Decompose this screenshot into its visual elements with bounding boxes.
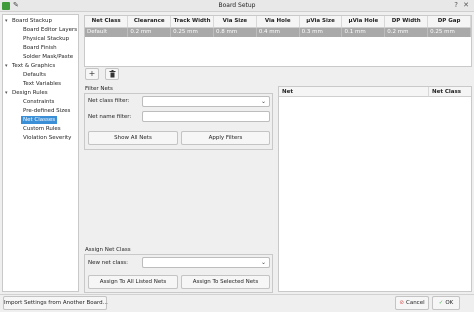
net-class-grid[interactable]: Net Class Clearance Track Width Via Size… (84, 15, 472, 67)
add-net-class-button[interactable]: + (85, 68, 99, 80)
column-header-via-size[interactable]: Via Size (213, 16, 257, 28)
chevron-down-icon: ⌄ (260, 259, 266, 266)
title-bar: ✎ Board Setup ? ✕ (0, 0, 474, 12)
assign-to-all-listed-nets-button[interactable]: Assign To All Listed Nets (88, 275, 178, 289)
cancel-icon: ⊘ (399, 300, 404, 306)
help-icon[interactable]: ? (454, 1, 458, 9)
table-row[interactable]: Default 0.2 mm 0.25 mm 0.8 mm 0.4 mm 0.3… (85, 27, 471, 37)
new-net-class-label: New net class: (88, 260, 129, 266)
new-net-class-combo[interactable]: ⌄ (142, 257, 270, 268)
show-all-nets-button[interactable]: Show All Nets (88, 131, 178, 145)
table-cell[interactable]: Default (85, 27, 129, 37)
collapse-icon[interactable]: ▾ (5, 63, 8, 69)
net-name-filter-input[interactable] (142, 111, 270, 122)
apply-filters-button[interactable]: Apply Filters (181, 131, 270, 145)
net-class-filter-label: Net class filter: (88, 98, 130, 104)
net-class-filter-combo[interactable]: ⌄ (142, 96, 270, 107)
tree-item-text-graphics[interactable]: Text & Graphics (12, 62, 55, 70)
tree-item-pre-defined-sizes[interactable]: Pre-defined Sizes (23, 107, 70, 115)
tree-item-defaults[interactable]: Defaults (23, 71, 46, 79)
column-header-net-class[interactable]: Net Class (429, 87, 471, 97)
tree-item-board-stackup[interactable]: Board Stackup (12, 17, 52, 25)
table-cell[interactable]: 0.3 mm (299, 27, 343, 37)
filter-nets-title: Filter Nets (85, 86, 113, 92)
import-settings-button[interactable]: Import Settings from Another Board... (3, 296, 108, 310)
column-header-dp-width[interactable]: DP Width (384, 16, 429, 28)
table-cell[interactable]: 0.1 mm (341, 27, 386, 37)
close-icon[interactable]: ✕ (463, 1, 469, 9)
plus-icon: + (88, 69, 96, 78)
tree-item-board-finish[interactable]: Board Finish (23, 44, 57, 52)
tree-item-text-variables[interactable]: Text Variables (23, 80, 61, 88)
table-cell[interactable]: 0.2 mm (384, 27, 429, 37)
net-list[interactable]: Net Net Class (278, 86, 472, 292)
tree-item-net-classes[interactable]: Net Classes (21, 116, 58, 124)
assign-to-selected-nets-button[interactable]: Assign To Selected Nets (181, 275, 270, 289)
column-header-net[interactable]: Net (279, 87, 429, 97)
filter-nets-group: Net class filter: ⌄ Net name filter: Sho… (84, 93, 273, 150)
tree-item-board-editor-layers[interactable]: Board Editor Layers (23, 26, 77, 34)
assign-net-class-title: Assign Net Class (85, 247, 131, 253)
column-header-clearance[interactable]: Clearance (127, 16, 172, 28)
tree-item-violation-severity[interactable]: Violation Severity (23, 134, 71, 142)
tree-item-physical-stackup[interactable]: Physical Stackup (23, 35, 69, 43)
assign-net-class-group: New net class: ⌄ Assign To All Listed Ne… (84, 254, 273, 293)
net-name-filter-label: Net name filter: (88, 114, 132, 120)
table-cell[interactable]: 0.25 mm (170, 27, 214, 37)
column-header-via-hole[interactable]: Via Hole (256, 16, 300, 28)
column-header-uvia-size[interactable]: μVia Size (299, 16, 343, 28)
tree-item-constraints[interactable]: Constraints (23, 98, 54, 106)
cancel-button[interactable]: ⊘ Cancel (395, 296, 429, 310)
trash-icon (109, 70, 115, 78)
table-cell[interactable]: 0.2 mm (127, 27, 172, 37)
cancel-label: Cancel (405, 300, 425, 306)
tree-item-custom-rules[interactable]: Custom Rules (23, 125, 61, 133)
column-header-dp-gap[interactable]: DP Gap (427, 16, 471, 28)
ok-button[interactable]: ✓ OK (432, 296, 460, 310)
table-cell[interactable]: 0.4 mm (256, 27, 300, 37)
ok-icon: ✓ (438, 300, 444, 306)
window-title: Board Setup (218, 2, 256, 9)
ok-label: OK (445, 300, 454, 306)
table-cell[interactable]: 0.8 mm (213, 27, 257, 37)
footer-separator (0, 294, 474, 295)
tree-item-design-rules[interactable]: Design Rules (12, 89, 48, 97)
column-header-net-class[interactable]: Net Class (85, 16, 129, 28)
column-header-track-width[interactable]: Track Width (170, 16, 214, 28)
delete-net-class-button[interactable] (105, 68, 119, 80)
collapse-icon[interactable]: ▾ (5, 90, 8, 96)
collapse-icon[interactable]: ▾ (5, 18, 8, 24)
tree-item-solder-mask-paste[interactable]: Solder Mask/Paste (23, 53, 73, 61)
settings-tree[interactable]: ▾ Board Stackup Board Editor Layers Phys… (2, 14, 79, 292)
chevron-down-icon: ⌄ (260, 98, 266, 105)
column-header-uvia-hole[interactable]: μVia Hole (341, 16, 386, 28)
table-cell[interactable]: 0.25 mm (427, 27, 471, 37)
